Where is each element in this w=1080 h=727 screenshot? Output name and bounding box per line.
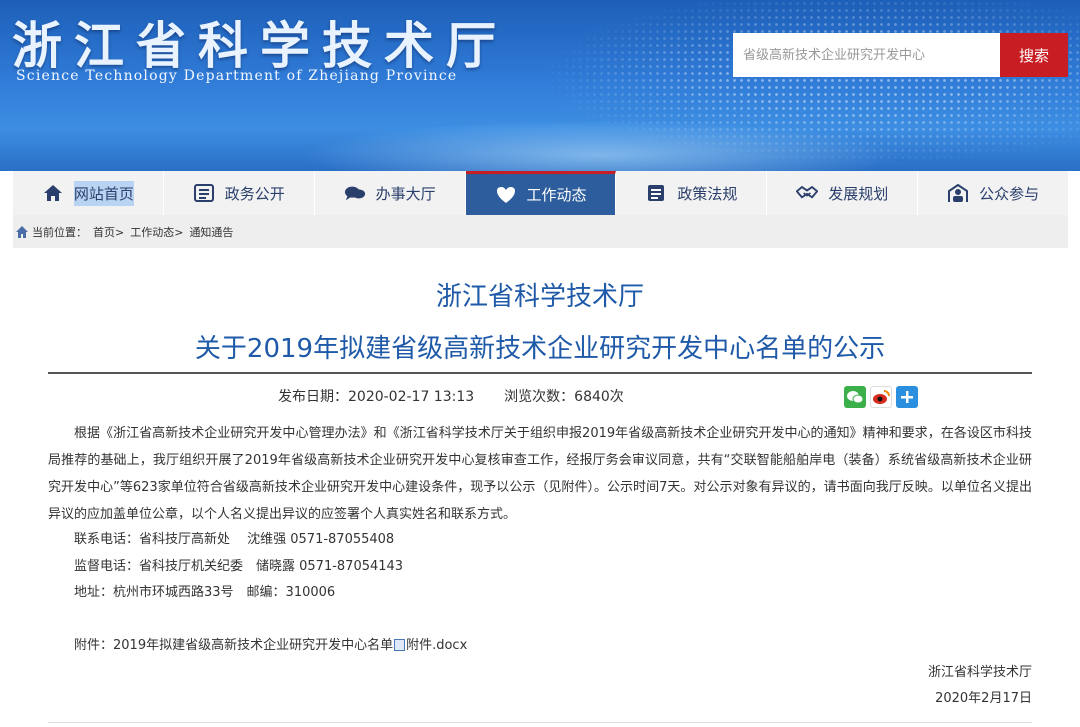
signature-org: 浙江省科学技术厅: [927, 665, 1032, 680]
attachment-link[interactable]: 附件.docx: [406, 638, 467, 653]
breadcrumb-prefix: 当前位置：: [32, 225, 87, 239]
publish-value: 2020-02-17 13:13: [348, 389, 475, 405]
address-line: 地址：杭州市环城西路33号 邮编：310006: [74, 585, 336, 600]
share-bar: [844, 386, 918, 408]
bottom-divider: [48, 722, 1032, 723]
list-icon: [193, 182, 215, 204]
nav-label: 网站首页: [73, 180, 134, 206]
weibo-share-icon[interactable]: [870, 386, 892, 408]
publish-label: 发布日期：: [278, 389, 348, 405]
home-icon: [42, 182, 64, 204]
search-input[interactable]: [733, 33, 1001, 77]
handshake-icon: [796, 182, 819, 204]
nav-item-public-participation[interactable]: 公众参与: [918, 171, 1068, 215]
attachment-line: 附件：2019年拟建省级高新技术企业研究开发中心名单 附件.docx: [74, 634, 467, 653]
article-org-title: 浙江省科学技术厅: [435, 282, 644, 312]
people-icon: [947, 182, 969, 204]
header-banner: 浙江省科学技术厅 Science Technology Department o…: [0, 0, 1080, 171]
document-icon: [645, 182, 667, 204]
breadcrumb: 当前位置： 首页> 工作动态> 通知通告: [13, 215, 1068, 248]
main-nav: 网站首页 政务公开 办事大厅 工作动态 政策法规 发展规划 公众参与: [13, 171, 1068, 215]
search-button[interactable]: 搜索: [1000, 33, 1068, 77]
attachment-prefix: 附件：2019年拟建省级高新技术企业研究开发中心名单: [74, 638, 394, 653]
title-divider: [48, 372, 1032, 374]
location-home-icon: [16, 225, 28, 238]
view-count: 浏览次数：6840次: [504, 386, 624, 406]
breadcrumb-work-news[interactable]: 工作动态>: [130, 224, 183, 240]
nav-label: 公众参与: [979, 184, 1040, 203]
supervise-line: 监督电话：省科技厅机关纪委 储晓露 0571-87054143: [74, 559, 404, 574]
contact-line: 联系电话：省科技厅高新处 沈维强 0571-87055408: [74, 532, 395, 547]
nav-item-planning[interactable]: 发展规划: [767, 171, 919, 215]
site-subtitle: Science Technology Department of Zhejian…: [16, 68, 458, 84]
nav-item-work-news[interactable]: 工作动态: [465, 171, 617, 215]
article-body: 根据《浙江省高新技术企业研究开发中心管理办法》和《浙江省科学技术厅关于组织申报2…: [48, 426, 1032, 522]
nav-label: 发展规划: [828, 184, 889, 203]
nav-label: 政务公开: [224, 184, 285, 203]
nav-label: 政策法规: [677, 184, 738, 203]
heart-icon: [495, 184, 517, 206]
views-label: 浏览次数：: [504, 389, 575, 405]
nav-item-gov-affairs[interactable]: 政务公开: [164, 171, 315, 215]
nav-label: 办事大厅: [375, 184, 436, 203]
publish-date: 发布日期：2020-02-17 13:13: [278, 386, 474, 406]
article-meta: 发布日期：2020-02-17 13:13 浏览次数：6840次: [278, 386, 624, 406]
breadcrumb-home[interactable]: 首页>: [93, 224, 124, 240]
breadcrumb-notices[interactable]: 通知通告: [189, 224, 233, 240]
nav-label: 工作动态: [526, 186, 587, 204]
signature-date: 2020年2月17日: [935, 691, 1032, 706]
wechat-share-icon[interactable]: [844, 386, 866, 408]
docx-file-icon: [394, 639, 406, 651]
article-title: 关于2019年拟建省级高新技术企业研究开发中心名单的公示: [194, 334, 886, 364]
nav-item-service-hall[interactable]: 办事大厅: [315, 171, 466, 215]
banner-glow: [300, 120, 900, 171]
more-share-icon[interactable]: [896, 386, 918, 408]
chat-icon: [344, 182, 366, 204]
nav-item-policy[interactable]: 政策法规: [616, 171, 768, 215]
nav-item-home[interactable]: 网站首页: [13, 171, 164, 215]
views-value: 6840次: [574, 389, 624, 405]
